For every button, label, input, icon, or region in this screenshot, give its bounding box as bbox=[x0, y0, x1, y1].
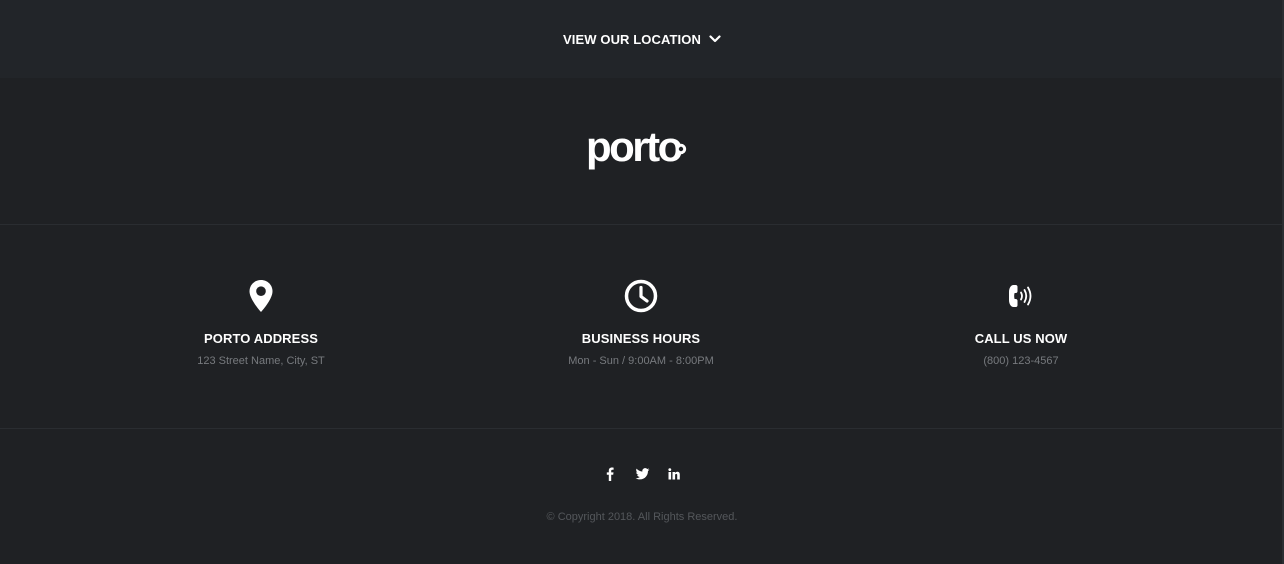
porto-logo[interactable]: porto bbox=[586, 129, 698, 173]
copyright-text: © Copyright 2018. All Rights Reserved. bbox=[546, 511, 738, 523]
address-title: PORTO ADDRESS bbox=[204, 331, 318, 346]
social-links bbox=[0, 466, 1284, 482]
twitter-link[interactable] bbox=[626, 466, 658, 482]
address-text: 123 Street Name, City, ST bbox=[197, 355, 325, 367]
map-marker-icon bbox=[248, 278, 274, 314]
chevron-down-icon bbox=[709, 35, 721, 43]
hours-text: Mon - Sun / 9:00AM - 8:00PM bbox=[568, 355, 714, 367]
hours-title: BUSINESS HOURS bbox=[581, 331, 701, 346]
contact-info-section: PORTO ADDRESS 123 Street Name, City, ST … bbox=[0, 225, 1284, 428]
facebook-link[interactable] bbox=[594, 466, 626, 482]
hours-block: BUSINESS HOURS Mon - Sun / 9:00AM - 8:00… bbox=[491, 225, 791, 367]
footer-page: VIEW OUR LOCATION porto PORTO ADDRESS 12… bbox=[0, 0, 1284, 564]
twitter-icon bbox=[635, 468, 649, 480]
call-title: CALL US NOW bbox=[974, 331, 1068, 346]
svg-text:porto: porto bbox=[586, 129, 683, 170]
social-section: © Copyright 2018. All Rights Reserved. bbox=[0, 429, 1284, 564]
address-block: PORTO ADDRESS 123 Street Name, City, ST bbox=[111, 225, 411, 367]
phone-volume-icon bbox=[1006, 278, 1036, 314]
linkedin-link[interactable] bbox=[658, 466, 690, 482]
logo-section: porto bbox=[0, 78, 1284, 224]
facebook-icon bbox=[606, 467, 614, 481]
linkedin-icon bbox=[668, 468, 680, 480]
call-text[interactable]: (800) 123-4567 bbox=[983, 355, 1058, 367]
view-location-link[interactable]: VIEW OUR LOCATION bbox=[563, 32, 721, 47]
view-location-bar: VIEW OUR LOCATION bbox=[0, 0, 1284, 78]
clock-icon bbox=[624, 278, 658, 314]
view-location-label: VIEW OUR LOCATION bbox=[563, 31, 701, 47]
call-block: CALL US NOW (800) 123-4567 bbox=[871, 225, 1171, 367]
porto-logo-mark: porto bbox=[586, 129, 687, 170]
